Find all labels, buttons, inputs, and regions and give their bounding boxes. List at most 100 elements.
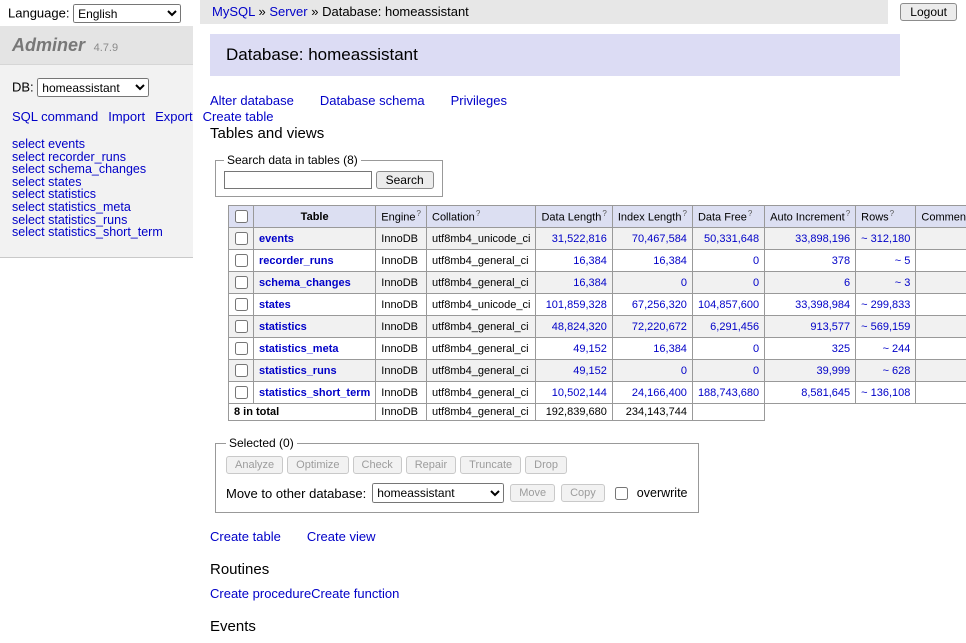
copy-button[interactable]: Copy [561, 484, 605, 502]
help-icon[interactable]: ? [846, 209, 850, 218]
sidebar-select-schema-changes[interactable]: select schema_changes [12, 163, 181, 176]
help-icon[interactable]: ? [476, 209, 480, 218]
data-free-link[interactable]: 0 [753, 365, 759, 377]
rows-link[interactable]: ~ 244 [883, 343, 911, 355]
rows-link[interactable]: ~ 569,159 [861, 321, 910, 333]
index-length-link[interactable]: 72,220,672 [632, 321, 687, 333]
auto-increment-link[interactable]: 6 [844, 277, 850, 289]
select-all-cell [229, 206, 254, 228]
move-db-select[interactable]: homeassistant [372, 483, 504, 503]
row-checkbox[interactable] [235, 320, 248, 333]
row-checkbox[interactable] [235, 386, 248, 399]
rows-link[interactable]: ~ 5 [895, 255, 911, 267]
data-length-cell: 49,152 [536, 338, 612, 360]
overwrite-checkbox[interactable] [615, 487, 628, 500]
create-function-link[interactable]: Create function [311, 586, 399, 601]
repair-button[interactable]: Repair [406, 456, 456, 474]
help-icon[interactable]: ? [417, 209, 421, 218]
table-link-events[interactable]: events [259, 233, 294, 245]
data-length-link[interactable]: 31,522,816 [552, 233, 607, 245]
table-link-statistics-short-term[interactable]: statistics_short_term [259, 387, 370, 399]
data-free-link[interactable]: 188,743,680 [698, 387, 759, 399]
alter-database-link[interactable]: Alter database [210, 93, 294, 108]
data-length-link[interactable]: 16,384 [573, 277, 607, 289]
db-select[interactable]: homeassistant [37, 78, 149, 97]
check-button[interactable]: Check [353, 456, 402, 474]
index-length-link[interactable]: 67,256,320 [632, 299, 687, 311]
logout-button[interactable]: Logout [900, 3, 957, 21]
search-button[interactable]: Search [376, 171, 434, 189]
data-length-link[interactable]: 10,502,144 [552, 387, 607, 399]
drop-button[interactable]: Drop [525, 456, 567, 474]
breadcrumb-mysql[interactable]: MySQL [212, 4, 255, 19]
sql-command-link[interactable]: SQL command [12, 109, 98, 124]
index-length-link[interactable]: 16,384 [653, 255, 687, 267]
rows-link[interactable]: ~ 3 [895, 277, 911, 289]
auto-increment-link[interactable]: 325 [832, 343, 850, 355]
help-icon[interactable]: ? [682, 209, 686, 218]
total-collation: utf8mb4_general_ci [427, 404, 536, 421]
index-length-link[interactable]: 16,384 [653, 343, 687, 355]
data-free-cell: 0 [692, 272, 764, 294]
auto-increment-link[interactable]: 33,898,196 [795, 233, 850, 245]
rows-link[interactable]: ~ 628 [883, 365, 911, 377]
auto-increment-link[interactable]: 33,398,984 [795, 299, 850, 311]
index-length-link[interactable]: 0 [681, 277, 687, 289]
data-free-link[interactable]: 0 [753, 343, 759, 355]
create-procedure-link[interactable]: Create procedure [210, 586, 311, 601]
import-link[interactable]: Import [108, 109, 145, 124]
auto-increment-link[interactable]: 39,999 [817, 365, 851, 377]
table-link-states[interactable]: states [259, 299, 291, 311]
move-button[interactable]: Move [510, 484, 555, 502]
table-link-statistics-runs[interactable]: statistics_runs [259, 365, 337, 377]
create-table-link[interactable]: Create table [210, 529, 281, 544]
data-free-link[interactable]: 0 [753, 255, 759, 267]
row-checkbox[interactable] [235, 342, 248, 355]
sidebar-select-events[interactable]: select events [12, 138, 181, 151]
table-link-statistics-meta[interactable]: statistics_meta [259, 343, 339, 355]
data-free-link[interactable]: 104,857,600 [698, 299, 759, 311]
breadcrumb-server[interactable]: Server [269, 4, 307, 19]
auto-increment-link[interactable]: 913,577 [810, 321, 850, 333]
privileges-link[interactable]: Privileges [451, 93, 507, 108]
data-free-link[interactable]: 6,291,456 [710, 321, 759, 333]
data-length-link[interactable]: 48,824,320 [552, 321, 607, 333]
data-length-link[interactable]: 16,384 [573, 255, 607, 267]
index-length-link[interactable]: 0 [681, 365, 687, 377]
row-checkbox[interactable] [235, 232, 248, 245]
rows-link[interactable]: ~ 312,180 [861, 233, 910, 245]
language-select[interactable]: English [73, 4, 181, 23]
table-link-recorder-runs[interactable]: recorder_runs [259, 255, 334, 267]
sidebar-select-statistics-short-term[interactable]: select statistics_short_term [12, 226, 181, 239]
data-free-link[interactable]: 50,331,648 [704, 233, 759, 245]
data-length-link[interactable]: 101,859,328 [546, 299, 607, 311]
export-link[interactable]: Export [155, 109, 193, 124]
row-checkbox[interactable] [235, 298, 248, 311]
row-checkbox[interactable] [235, 364, 248, 377]
select-all-checkbox[interactable] [235, 210, 248, 223]
data-length-link[interactable]: 49,152 [573, 343, 607, 355]
data-length-link[interactable]: 49,152 [573, 365, 607, 377]
table-link-schema-changes[interactable]: schema_changes [259, 277, 351, 289]
optimize-button[interactable]: Optimize [287, 456, 348, 474]
table-link-statistics[interactable]: statistics [259, 321, 307, 333]
auto-increment-link[interactable]: 378 [832, 255, 850, 267]
rows-link[interactable]: ~ 299,833 [861, 299, 910, 311]
engine-cell: InnoDB [376, 250, 427, 272]
help-icon[interactable]: ? [890, 209, 894, 218]
search-input[interactable] [224, 171, 372, 189]
truncate-button[interactable]: Truncate [460, 456, 521, 474]
create-view-link[interactable]: Create view [307, 529, 376, 544]
index-length-link[interactable]: 70,467,584 [632, 233, 687, 245]
help-icon[interactable]: ? [748, 209, 752, 218]
database-schema-link[interactable]: Database schema [320, 93, 425, 108]
index-length-link[interactable]: 24,166,400 [632, 387, 687, 399]
row-checkbox[interactable] [235, 276, 248, 289]
help-icon[interactable]: ? [602, 209, 606, 218]
data-free-link[interactable]: 0 [753, 277, 759, 289]
analyze-button[interactable]: Analyze [226, 456, 283, 474]
row-checkbox[interactable] [235, 254, 248, 267]
sidebar-select-statistics-meta[interactable]: select statistics_meta [12, 201, 181, 214]
auto-increment-link[interactable]: 8,581,645 [801, 387, 850, 399]
rows-link[interactable]: ~ 136,108 [861, 387, 910, 399]
